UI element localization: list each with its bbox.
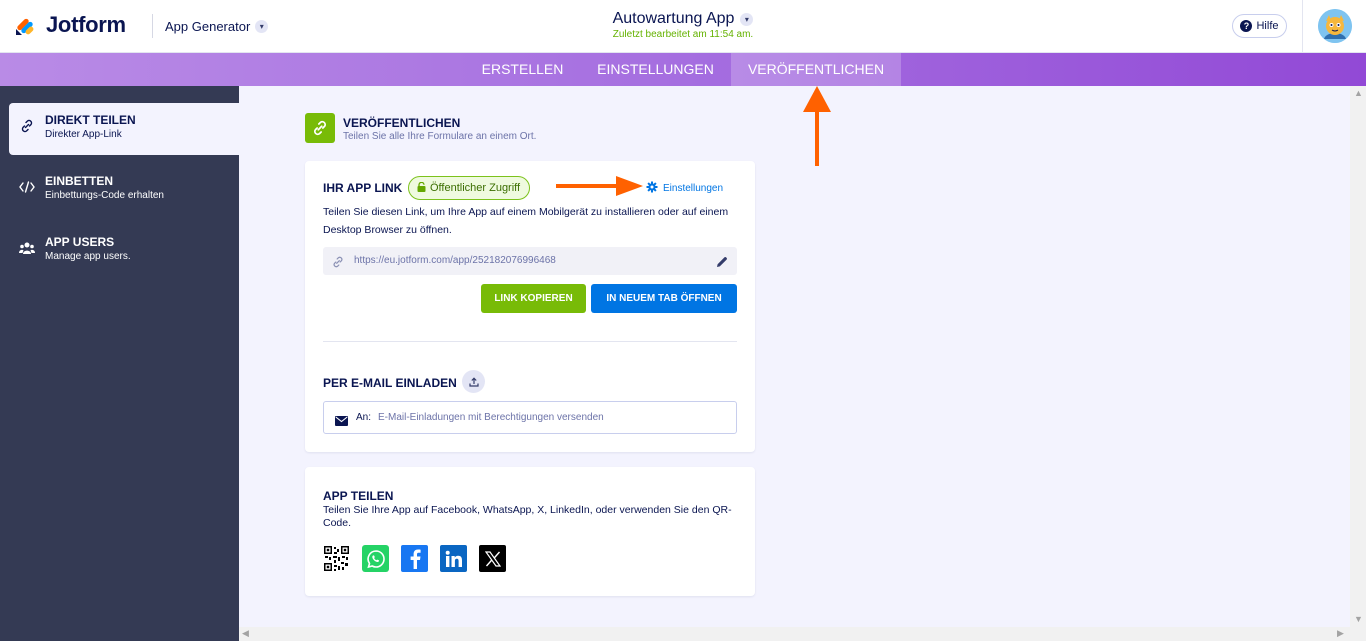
sidebar-item-title: EINBETTEN — [45, 174, 114, 188]
page-title: VERÖFFENTLICHEN — [343, 116, 461, 130]
sidebar-item-subtitle: Einbettungs-Code erhalten — [45, 190, 164, 201]
pencil-icon[interactable] — [716, 255, 728, 273]
app-title[interactable]: Autowartung App ▾ — [613, 10, 754, 28]
section-divider — [323, 341, 737, 342]
avatar-image — [1318, 9, 1352, 43]
sidebar: DIREKT TEILEN Direkter App-Link EINBETTE… — [0, 86, 239, 641]
public-access-label: Öffentlicher Zugriff — [430, 182, 521, 194]
app-title-block: Autowartung App ▾ Zuletzt bearbeitet am … — [0, 10, 1366, 40]
annotation-arrowhead-up — [803, 86, 831, 112]
settings-link[interactable]: Einstellungen — [646, 181, 723, 196]
settings-link-label: Einstellungen — [663, 183, 724, 194]
share-description: Teilen Sie Ihre App auf Facebook, WhatsA… — [323, 504, 732, 529]
link-icon — [305, 113, 335, 143]
email-to-label: An: — [356, 412, 372, 423]
sidebar-item-title: APP USERS — [45, 235, 115, 249]
email-invite-title: PER E-MAIL EINLADEN — [323, 376, 457, 390]
page-subtitle: Teilen Sie alle Ihre Formulare an einem … — [343, 131, 537, 142]
app-link-card: IHR APP LINK Öffentlicher Zugriff Einste… — [305, 161, 755, 452]
app-link-title: IHR APP LINK — [323, 181, 403, 195]
sidebar-item-app-users[interactable]: APP USERS Manage app users. — [9, 225, 239, 277]
scroll-left-icon[interactable]: ◀ — [242, 628, 249, 639]
lock-icon — [417, 181, 426, 195]
help-label: Hilfe — [1256, 20, 1279, 32]
last-edited-text: Zuletzt bearbeitet am 11:54 am. — [612, 29, 754, 40]
link-icon — [19, 118, 35, 134]
gear-icon — [646, 181, 658, 196]
tab-einstellungen[interactable]: EINSTELLUNGEN — [584, 53, 727, 86]
app-url-field[interactable]: https://eu.jotform.com/app/2521820769964… — [323, 247, 737, 275]
scroll-down-icon[interactable]: ▼ — [1354, 614, 1363, 624]
copy-link-button[interactable]: LINK KOPIEREN — [481, 284, 586, 313]
sidebar-item-title: DIREKT TEILEN — [45, 113, 136, 127]
sidebar-item-subtitle: Direkter App-Link — [45, 129, 122, 140]
share-app-card: APP TEILEN Teilen Sie Ihre App auf Faceb… — [305, 467, 755, 596]
avatar[interactable] — [1318, 9, 1352, 43]
app-title-text: Autowartung App — [612, 10, 735, 27]
sidebar-item-subtitle: Manage app users. — [45, 251, 131, 262]
upload-icon[interactable] — [462, 370, 485, 393]
question-icon: ? — [1240, 20, 1253, 32]
scroll-right-icon[interactable]: ▶ — [1337, 628, 1344, 639]
app-url-text: https://eu.jotform.com/app/2521820769964… — [354, 255, 556, 266]
qr-code-icon[interactable] — [323, 545, 350, 572]
linkedin-icon[interactable] — [440, 545, 467, 572]
x-icon[interactable] — [479, 545, 506, 572]
app-link-description: Teilen Sie diesen Link, um Ihre App auf … — [323, 206, 729, 236]
sidebar-item-einbetten[interactable]: EINBETTEN Einbettungs-Code erhalten — [9, 164, 239, 216]
sidebar-item-direkt-teilen[interactable]: DIREKT TEILEN Direkter App-Link — [9, 103, 239, 155]
chevron-down-icon: ▾ — [740, 12, 754, 26]
code-icon — [19, 179, 35, 195]
tab-erstellen[interactable]: ERSTELLEN — [466, 53, 579, 86]
link-icon — [332, 255, 344, 273]
share-title: APP TEILEN — [323, 489, 394, 503]
tab-veroeffentlichen[interactable]: VERÖFFENTLICHEN — [731, 53, 901, 86]
users-icon — [19, 240, 35, 256]
horizontal-scrollbar[interactable]: ◀ ▶ — [239, 627, 1350, 641]
envelope-icon — [335, 413, 348, 431]
email-invite-input[interactable]: An: E-Mail-Einladungen mit Berechtigunge… — [323, 401, 737, 434]
help-button[interactable]: ? Hilfe — [1232, 14, 1287, 38]
vertical-scrollbar[interactable]: ▲ ▼ — [1350, 86, 1366, 641]
open-new-tab-button[interactable]: IN NEUEM TAB ÖFFNEN — [591, 284, 737, 313]
email-placeholder: E-Mail-Einladungen mit Berechtigungen ve… — [378, 412, 604, 423]
scroll-up-icon[interactable]: ▲ — [1354, 88, 1363, 98]
main-tabs: ERSTELLEN EINSTELLUNGEN VERÖFFENTLICHEN — [0, 53, 1366, 86]
header-divider — [1302, 0, 1303, 53]
top-header: Jotform App Generator ▾ Autowartung App … — [0, 0, 1366, 53]
public-access-badge[interactable]: Öffentlicher Zugriff — [408, 176, 531, 200]
facebook-icon[interactable] — [401, 545, 428, 572]
whatsapp-icon[interactable] — [362, 545, 389, 572]
